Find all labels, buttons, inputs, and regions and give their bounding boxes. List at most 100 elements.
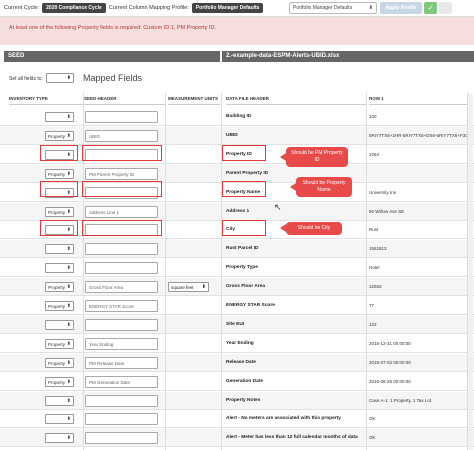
seed-header-input[interactable]: PM Generation Date — [85, 375, 158, 388]
data-file-header: Address 1 — [226, 208, 250, 214]
inventory-type-value: Property — [48, 341, 66, 347]
seed-header-band: SEED — [4, 51, 220, 62]
confirm-button[interactable]: ✓ — [424, 2, 437, 14]
inventory-type-select[interactable]: ⬍ — [45, 244, 74, 255]
inventory-type-select[interactable]: ⬍ — [45, 433, 74, 444]
mapping-profile-label: Current Column Mapping Profile: — [108, 5, 189, 11]
highlight-field-property-name — [222, 181, 266, 197]
chevron-down-icon: ⬍ — [201, 284, 206, 291]
data-file-header: Rust Parcel ID — [226, 246, 259, 252]
inventory-type-select[interactable]: ⬍ — [45, 414, 74, 425]
chevron-down-icon: ⬍ — [66, 303, 71, 309]
data-file-header: Property Type — [226, 265, 258, 271]
inventory-type-value: Property — [48, 304, 66, 309]
inventory-type-value: Property — [48, 209, 66, 215]
measurement-units-value: square feet — [171, 285, 194, 291]
table-row: Property ⬍ PM Parent Property ID Parent Pro… — [0, 164, 474, 183]
table-row: Property ⬍ Address Line 1 Address 1 50 Willo… — [0, 202, 474, 221]
seed-header-value: PM Parent Property ID — [89, 171, 135, 177]
highlight-field-property-id — [222, 145, 266, 161]
row1-value: 77 — [369, 303, 375, 308]
table-row: ⬍ Building ID 100 — [0, 108, 474, 126]
set-all-select[interactable]: ⬍ — [46, 73, 74, 83]
data-file-header: Building ID — [226, 114, 252, 119]
scrollbar[interactable] — [467, 93, 473, 450]
divider — [165, 93, 166, 450]
data-file-header: Release Date — [226, 359, 256, 365]
inventory-type-select[interactable]: ⬍ — [45, 395, 74, 406]
row1-value: University Inn — [369, 189, 397, 195]
table-row: ⬍ Property Notes Case A-1: 1 Property, 1 T… — [0, 391, 474, 410]
row1-value: 1552813 — [369, 246, 387, 252]
inventory-type-select[interactable]: Property ⬍ — [45, 301, 74, 311]
mouse-cursor-icon: ↖ — [274, 202, 282, 212]
inventory-type-select[interactable]: Property ⬍ — [45, 168, 74, 179]
chevron-down-icon: ⬍ — [66, 435, 71, 442]
col-measurement-units: MEASUREMENT UNITS — [168, 93, 220, 105]
inventory-type-select[interactable]: ⬍ — [45, 263, 74, 274]
seed-header-input[interactable] — [85, 318, 158, 331]
profile-select-value: Portfolio Manager Defaults — [293, 5, 353, 11]
row1-value: 5RIY7TX6+2HR-5RIY7TX6+DS6-5RIY7TX6+F3Q — [369, 132, 469, 138]
measurement-units-select[interactable]: square feet ⬍ — [168, 282, 209, 293]
seed-header-input[interactable] — [85, 413, 158, 426]
inventory-type-select[interactable]: ⬍ — [45, 112, 74, 122]
seed-header-input[interactable] — [85, 111, 158, 123]
data-file-header: Alert - Meter has less than 12 full cale… — [226, 435, 358, 441]
cycle-badge[interactable]: 2020 Compliance Cycle — [42, 3, 106, 13]
data-file-header: Site EUI — [226, 321, 245, 327]
callout-city: Should be City — [280, 222, 342, 235]
mapping-profile-badge[interactable]: Portfolio Manager Defaults — [191, 3, 264, 13]
inventory-type-select[interactable]: Property ⬍ — [45, 206, 74, 217]
seed-header-value: PM Release Date — [89, 360, 125, 366]
table-row: Property ⬍ Gross Floor Area square feet ⬍ Gro… — [0, 278, 474, 297]
seed-header-value: ENERGY STAR Score — [89, 304, 134, 309]
highlight-inv-property-name — [40, 181, 78, 197]
seed-header-value: UBID — [89, 133, 100, 139]
inventory-type-select[interactable]: ⬍ — [45, 319, 74, 330]
table-row: ⬍ Alert - Meter has less than 12 full cal… — [0, 429, 474, 448]
inventory-type-select[interactable]: Property ⬍ — [45, 357, 74, 368]
chevron-down-icon: ⬍ — [66, 246, 71, 253]
highlight-inv-city — [40, 220, 78, 236]
seed-header-input[interactable]: UBID — [85, 129, 158, 142]
inventory-type-select[interactable]: Property ⬍ — [45, 282, 74, 293]
table-row: Property ⬍ Year Ending Year Ending 2015-12-3… — [0, 335, 474, 353]
data-file-header: Property Notes — [226, 397, 261, 403]
data-file-header: Alert - No meters are associated with th… — [226, 416, 341, 422]
row1-value: 2015-06-25 00:00:00 — [369, 378, 411, 384]
secondary-button[interactable] — [439, 2, 452, 14]
chevron-down-icon: ⬍ — [66, 265, 71, 272]
seed-header-input[interactable] — [85, 432, 158, 445]
chevron-down-icon: ⬍ — [66, 284, 71, 291]
inventory-type-value: Property — [48, 360, 66, 366]
seed-header-input[interactable]: Year Ending — [85, 337, 158, 350]
set-all-fields-row: Set all fields to: ⬍ Mapped Fields — [0, 68, 220, 88]
row1-value: 2264 — [369, 151, 380, 157]
seed-header-input[interactable] — [85, 262, 158, 275]
row1-value: 50 Willow Ave SE — [369, 208, 405, 214]
seed-header-input[interactable]: Gross Floor Area — [85, 281, 158, 294]
chevron-down-icon: ⬍ — [368, 5, 373, 11]
chevron-down-icon: ⬍ — [66, 340, 71, 347]
apply-profile-button[interactable]: Apply Profile — [380, 2, 422, 14]
seed-header-input[interactable]: PM Parent Property ID — [85, 167, 158, 180]
inventory-type-select[interactable]: Property ⬍ — [45, 338, 74, 349]
mapped-fields-title: Mapped Fields — [83, 73, 143, 83]
seed-header-input[interactable] — [85, 394, 158, 407]
chevron-down-icon: ⬍ — [66, 170, 71, 177]
col-seed-header: SEED HEADER — [84, 93, 165, 105]
seed-header-input[interactable] — [85, 243, 158, 256]
profile-select[interactable]: Portfolio Manager Defaults ⬍ — [289, 2, 377, 14]
chevron-down-icon: ⬍ — [66, 416, 71, 423]
check-icon: ✓ — [427, 5, 434, 12]
seed-header-input[interactable]: ENERGY STAR Score — [85, 300, 158, 312]
chevron-down-icon: ⬍ — [66, 321, 71, 328]
seed-header-input[interactable]: PM Release Date — [85, 356, 158, 369]
seed-header-value: Year Ending — [89, 341, 114, 347]
inventory-type-select[interactable]: Property ⬍ — [45, 376, 74, 387]
col-inventory-type: INVENTORY TYPE — [9, 93, 83, 105]
highlight-inv-property-id — [40, 145, 78, 161]
inventory-type-select[interactable]: Property ⬍ — [45, 130, 74, 141]
seed-header-input[interactable]: Address Line 1 — [85, 205, 158, 218]
